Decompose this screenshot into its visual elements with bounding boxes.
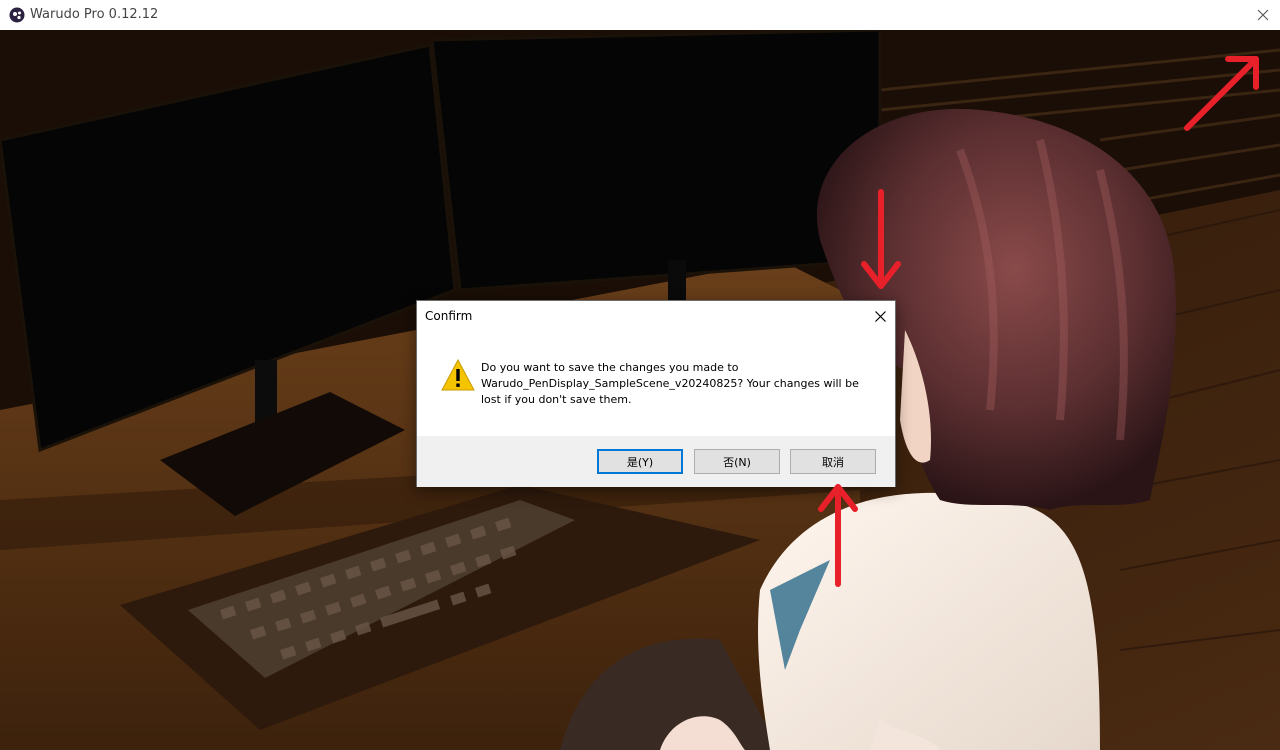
close-icon — [874, 310, 886, 322]
window-title: Warudo Pro 0.12.12 — [30, 7, 159, 22]
close-icon — [1257, 9, 1269, 21]
warudo-logo-icon — [9, 7, 25, 23]
window-close-button[interactable] — [1246, 0, 1280, 30]
no-button[interactable]: 否(N) — [694, 449, 780, 474]
confirm-dialog: Confirm Do you want to save the changes … — [416, 300, 896, 487]
title-bar: Warudo Pro 0.12.12 — [0, 0, 1280, 30]
warning-icon — [441, 359, 475, 391]
dialog-message: Do you want to save the changes you made… — [481, 361, 859, 406]
dialog-close-button[interactable] — [869, 305, 891, 327]
yes-button[interactable]: 是(Y) — [597, 449, 683, 474]
dialog-button-area: 是(Y) 否(N) 取消 — [417, 436, 895, 487]
dialog-title: Confirm — [425, 309, 473, 323]
cancel-button[interactable]: 取消 — [790, 449, 876, 474]
